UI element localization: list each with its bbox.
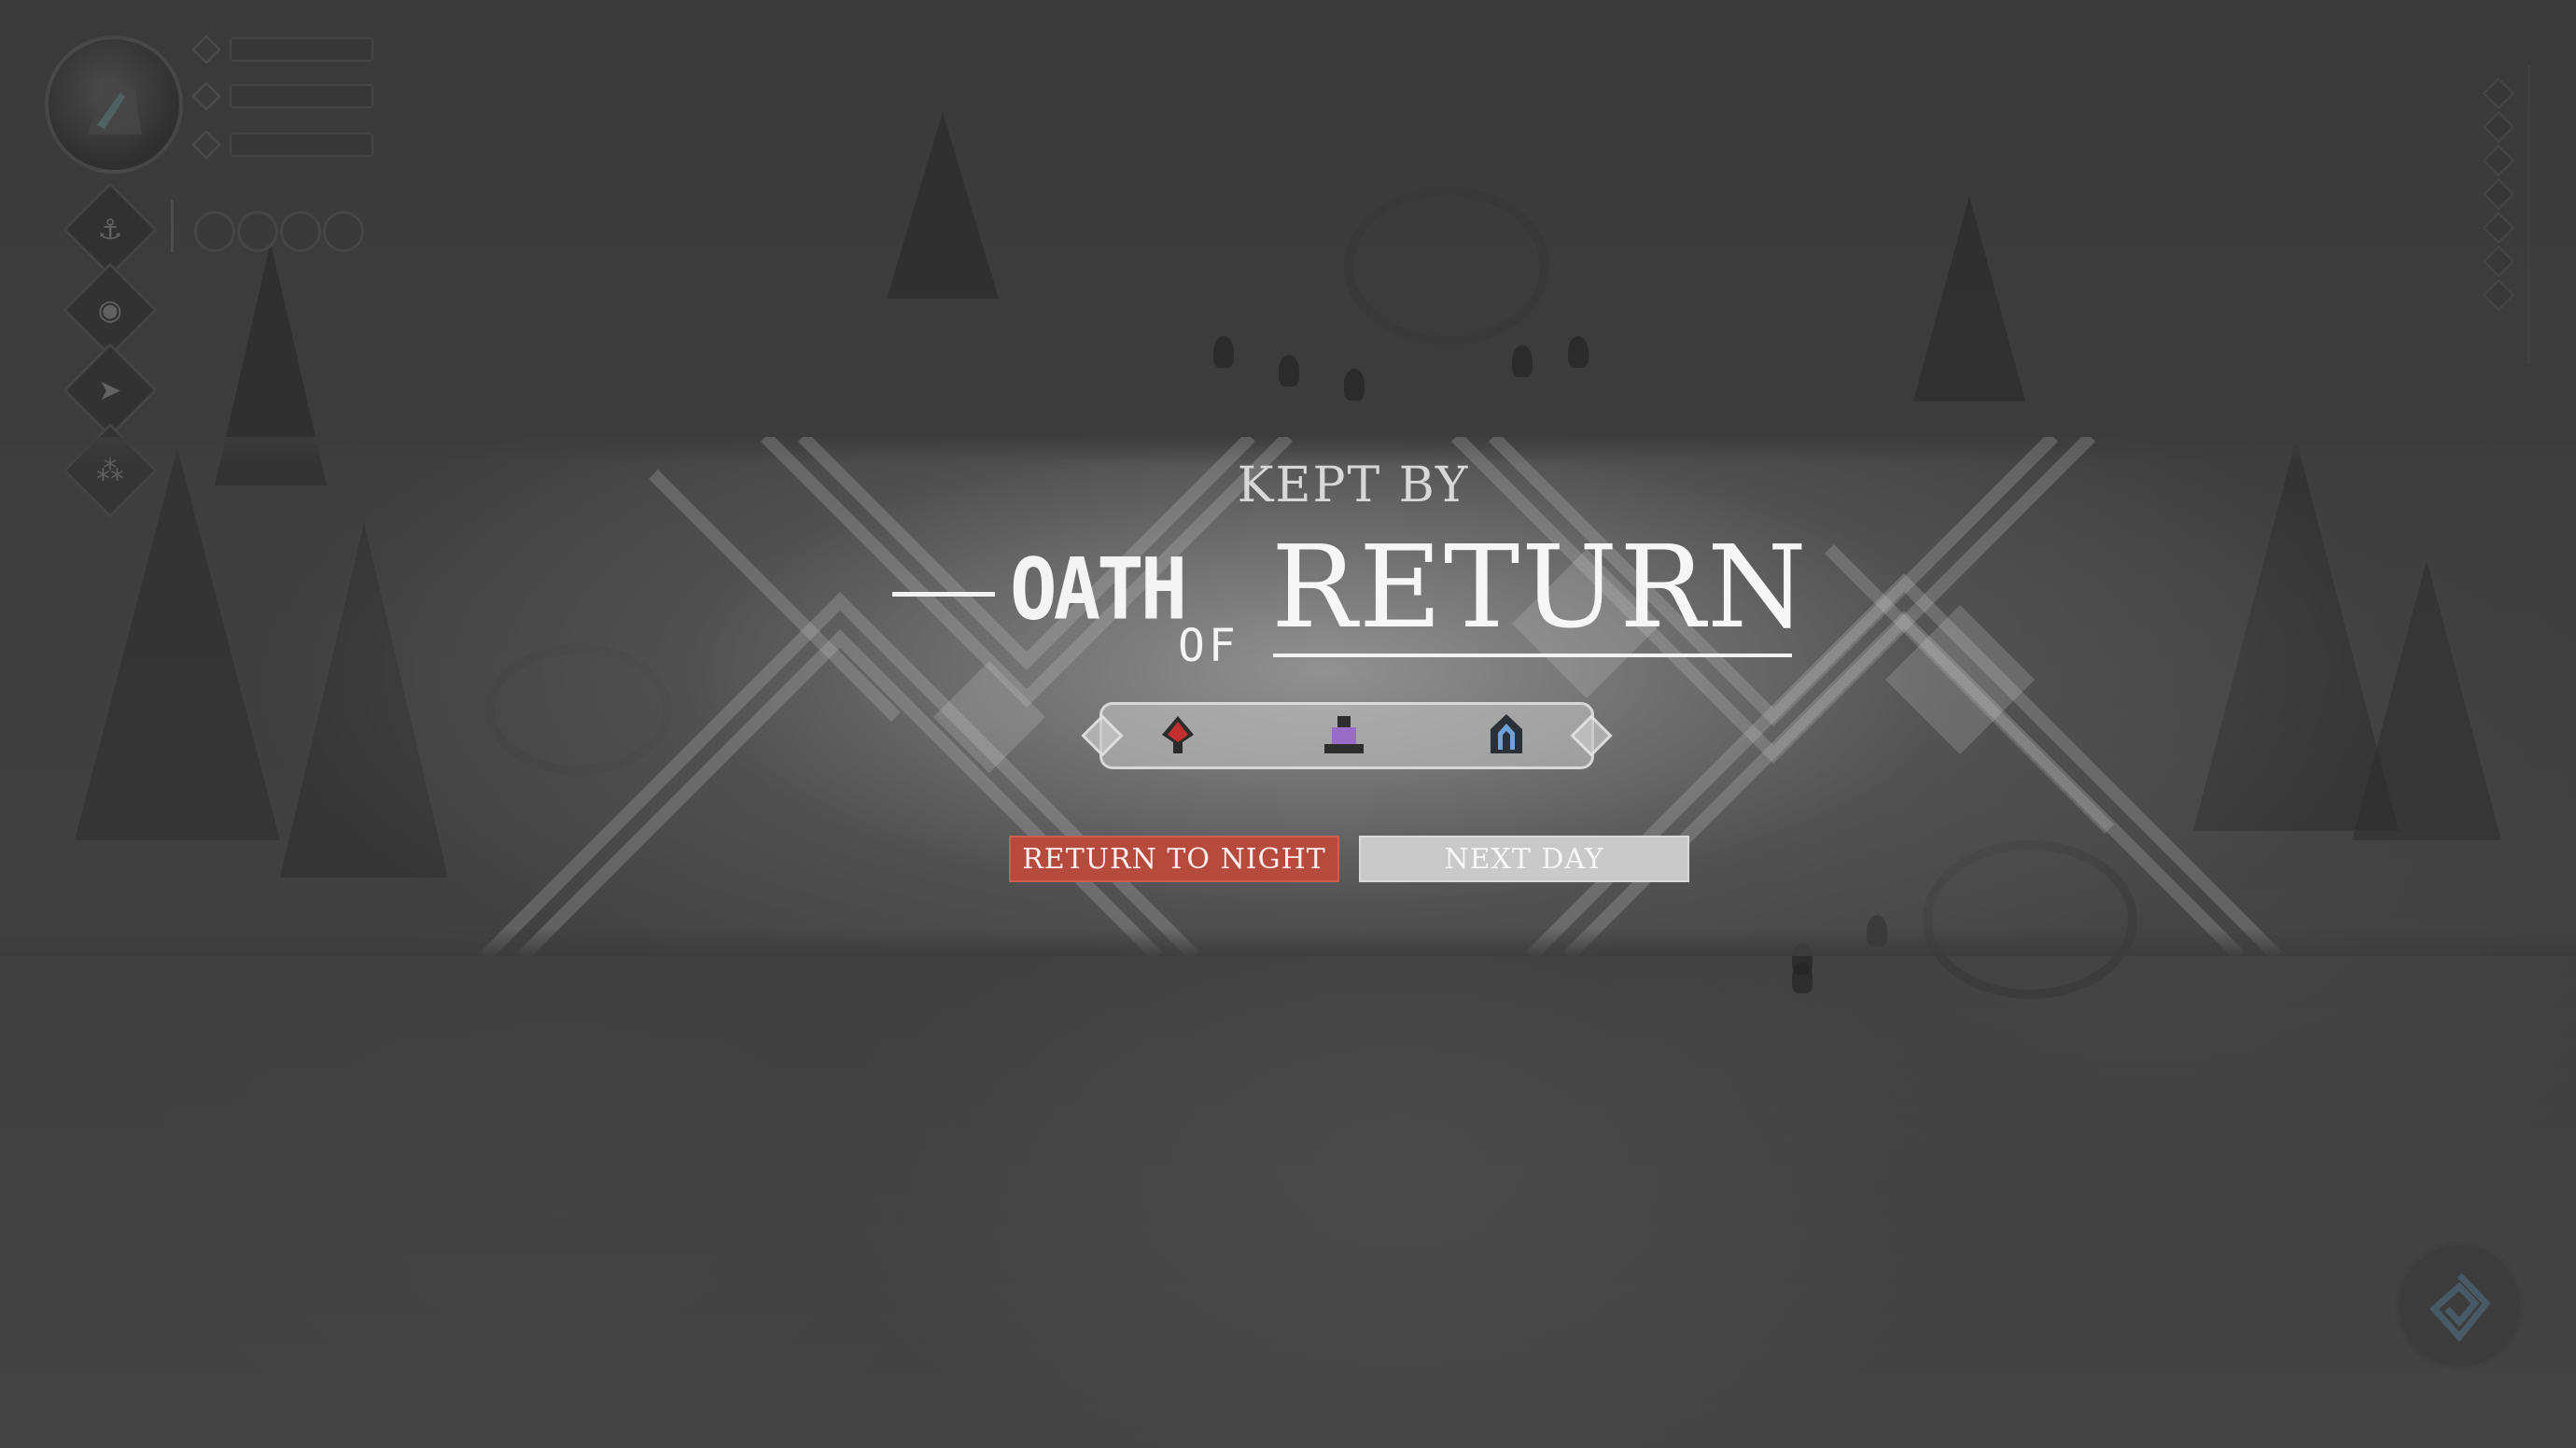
consumable-slot[interactable] bbox=[237, 211, 278, 252]
dash-icon: ➤ bbox=[98, 373, 122, 407]
game-screen: ⚓ ◉ ➤ ⁂ bbox=[0, 0, 2576, 1448]
title-oath: OATH bbox=[1010, 540, 1187, 639]
potion-bar bbox=[230, 133, 373, 157]
anchor-icon: ⚓ bbox=[97, 213, 123, 246]
diamond-icon bbox=[191, 81, 221, 111]
track-node bbox=[2483, 279, 2514, 311]
health-stat bbox=[191, 35, 373, 64]
cloaked-figure bbox=[1512, 345, 1533, 377]
pine-tree bbox=[887, 112, 999, 299]
cloaked-figure bbox=[1279, 355, 1299, 387]
track-node bbox=[2483, 111, 2514, 143]
title-dash bbox=[892, 592, 995, 597]
track-node bbox=[2483, 178, 2514, 210]
cloaked-figure bbox=[1344, 369, 1365, 401]
health-bar bbox=[230, 37, 373, 62]
return-to-night-button[interactable]: RETURN TO NIGHT bbox=[1009, 836, 1339, 882]
hooded-character-icon bbox=[88, 78, 142, 134]
track-node bbox=[2483, 246, 2514, 277]
potion-stat bbox=[191, 130, 373, 160]
map-emblem[interactable] bbox=[2395, 1242, 2524, 1371]
cloaked-figure bbox=[1213, 336, 1234, 368]
eye-icon: ◉ bbox=[97, 293, 123, 327]
kept-by-label: KEPT BY bbox=[1237, 457, 1470, 513]
progress-track-line bbox=[2527, 65, 2530, 364]
progress-track bbox=[2483, 75, 2514, 373]
flask-icon bbox=[191, 130, 221, 160]
red-spade-icon bbox=[1162, 716, 1194, 753]
armor-stat bbox=[191, 81, 373, 111]
consumable-slot[interactable] bbox=[194, 211, 235, 252]
armor-bar bbox=[230, 84, 373, 108]
spiral-icon bbox=[2429, 1272, 2491, 1343]
purple-hat-icon bbox=[1324, 716, 1364, 753]
character-portrait[interactable] bbox=[45, 35, 183, 174]
cloaked-figure bbox=[1568, 336, 1589, 368]
cloaked-figure bbox=[1792, 962, 1813, 993]
track-node bbox=[2483, 77, 2514, 109]
consumable-slot[interactable] bbox=[280, 211, 321, 252]
emblem-plate bbox=[1081, 702, 1613, 769]
hud-divider bbox=[171, 200, 174, 252]
title-of: OF bbox=[1178, 620, 1239, 672]
next-day-button[interactable]: NEXT DAY bbox=[1359, 836, 1689, 882]
track-node bbox=[2483, 212, 2514, 244]
pine-tree bbox=[1913, 196, 2025, 401]
title-return: RETURN bbox=[1271, 521, 1809, 654]
consumable-slot[interactable] bbox=[323, 211, 364, 252]
track-node bbox=[2483, 145, 2514, 176]
blue-arch-icon bbox=[1491, 714, 1522, 753]
stone-tower-base bbox=[1344, 187, 1549, 345]
diamond-icon bbox=[191, 35, 221, 64]
title-underline bbox=[1273, 654, 1792, 657]
